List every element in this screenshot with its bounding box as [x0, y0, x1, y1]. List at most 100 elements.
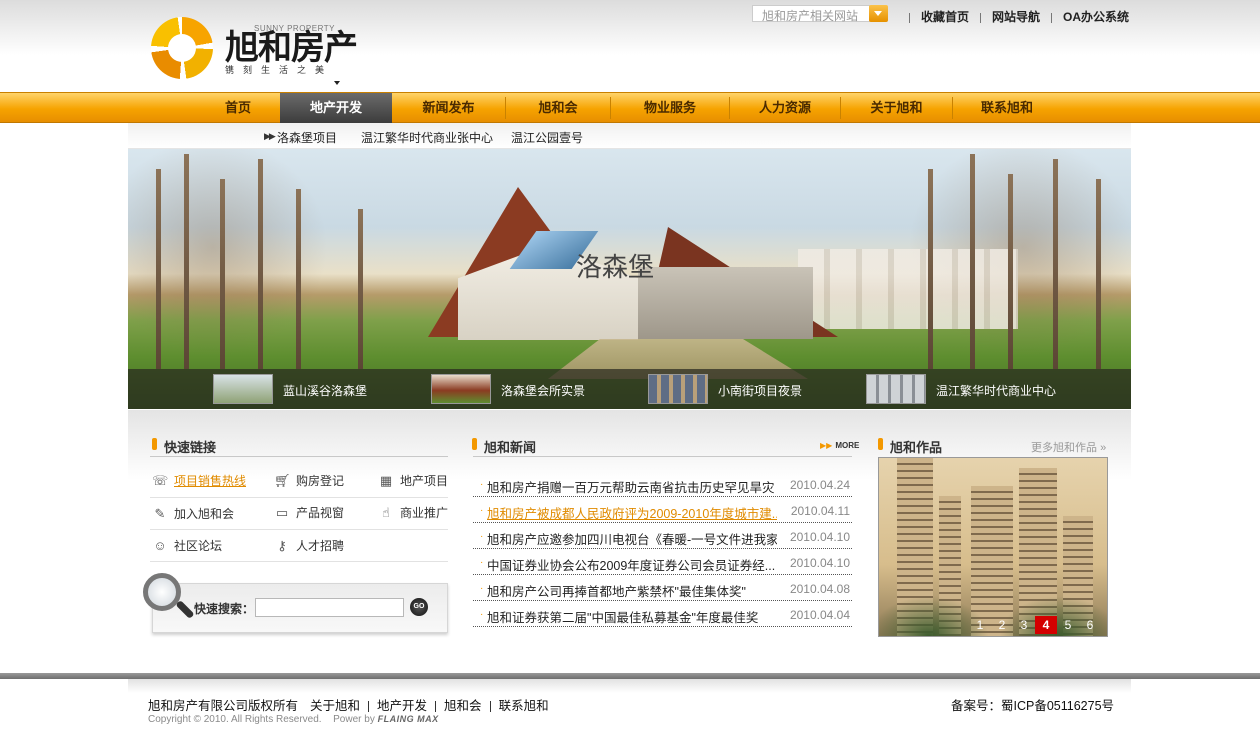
link-bookmark-home[interactable]: 收藏首页 [921, 10, 969, 24]
quick-link-label[interactable]: 项目销售热线 [174, 474, 246, 488]
logo-chinese-text[interactable]: 旭和房产 [225, 30, 358, 66]
thumbnail-label[interactable]: 小南街项目夜景 [718, 382, 802, 399]
more-label[interactable]: MORE [835, 441, 859, 450]
thumbnail-image[interactable] [648, 374, 708, 404]
news-title-text[interactable]: 旭和房产被成都人民政府评为2009-2010年度城市建... [487, 503, 777, 522]
nav-item-news[interactable]: 新闻发布 [392, 93, 505, 123]
more-label[interactable]: 更多旭和作品 [1031, 442, 1097, 454]
tree-trunk [970, 154, 975, 369]
link-site-navigation[interactable]: 网站导航 [992, 10, 1040, 24]
quick-link-product-window[interactable]: ▭ 产品视窗 [274, 504, 344, 521]
nav-item-property-service[interactable]: 物业服务 [611, 93, 729, 123]
tree-trunk [1053, 159, 1058, 369]
pager-page-5[interactable]: 5 [1057, 616, 1079, 634]
footer-band [128, 679, 1131, 693]
quick-link-label[interactable]: 社区论坛 [174, 539, 222, 553]
divider [489, 701, 491, 713]
quick-link-projects[interactable]: ▦ 地产项目 [378, 472, 448, 489]
pager-page-3[interactable]: 3 [1013, 616, 1035, 634]
quick-link-sales-hotline[interactable]: ☏ 项目销售热线 [152, 472, 246, 489]
quick-search-input[interactable] [255, 598, 404, 617]
quick-link-purchase-register[interactable]: 🛒︎ 购房登记 [274, 472, 344, 489]
nav-item-home[interactable]: 首页 [196, 93, 280, 123]
quick-link-label[interactable]: 加入旭和会 [174, 507, 234, 521]
quick-link-label[interactable]: 地产项目 [400, 474, 448, 488]
quick-search-label: 快速搜索： [194, 602, 255, 616]
thumbnail-label[interactable]: 洛森堡会所实景 [501, 382, 585, 399]
thumbnail-label[interactable]: 蓝山溪谷洛森堡 [283, 382, 367, 399]
nav-item-contact[interactable]: 联系旭和 [953, 93, 1061, 123]
divider [368, 701, 370, 713]
go-button[interactable]: GO [410, 598, 428, 616]
related-sites-select[interactable]: 旭和房产相关网站 [752, 5, 870, 23]
news-item[interactable]: · 旭和房产公司再捧首都地产紫禁杯"最佳集体奖" 2010.04.08 [473, 575, 852, 601]
news-more-link[interactable]: ▶▶ MORE [820, 441, 859, 450]
thumbnail-image[interactable] [866, 374, 926, 404]
quick-link-join-club[interactable]: ✎ 加入旭和会 [152, 505, 234, 522]
news-date: 2010.04.10 [789, 530, 850, 544]
power-brand-logo[interactable]: FLAING MAX [378, 714, 439, 724]
works-more-link[interactable]: 更多旭和作品 » [1031, 439, 1106, 455]
nav-item-development[interactable]: 地产开发 [280, 93, 392, 123]
bullet-dot: · [480, 609, 484, 620]
pager-page-6[interactable]: 6 [1079, 616, 1101, 634]
footer-link-about[interactable]: 关于旭和 [310, 699, 360, 713]
thumbnail-label[interactable]: 温江繁华时代商业中心 [936, 382, 1056, 399]
logo-slogan: 镌刻生活之美 [225, 65, 334, 75]
news-title-text[interactable]: 旭和房产公司再捧首都地产紫禁杯"最佳集体奖" [487, 581, 777, 600]
chat-icon: ▭ [275, 505, 289, 520]
pager-page-2[interactable]: 2 [991, 616, 1013, 634]
quick-link-label[interactable]: 购房登记 [296, 474, 344, 488]
tree-trunk [1096, 179, 1101, 369]
double-arrow-icon: ▶▶ [820, 441, 833, 450]
tree-trunk [928, 169, 933, 369]
news-title-text[interactable]: 旭和房产捐赠一百万元帮助云南省抗击历史罕见旱灾 [487, 477, 777, 496]
icp-record[interactable]: 备案号：蜀ICP备05116275号 [951, 695, 1114, 714]
logo-ring-icon[interactable] [151, 17, 213, 79]
nav-item-club[interactable]: 旭和会 [506, 93, 610, 123]
footer-link-club[interactable]: 旭和会 [444, 699, 482, 713]
double-chevron-icon: » [1100, 442, 1107, 454]
quick-link-forum[interactable]: ☺ 社区论坛 [152, 537, 222, 554]
news-item[interactable]: · 旭和证券获第二届"中国最佳私募基金"年度最佳奖 2010.04.04 [473, 601, 852, 627]
quick-link-recruitment[interactable]: ⚷ 人才招聘 [274, 537, 344, 554]
news-title-text[interactable]: 旭和证券获第二届"中国最佳私募基金"年度最佳奖 [487, 607, 777, 626]
link-oa-system[interactable]: OA办公系统 [1063, 10, 1129, 24]
news-title-text[interactable]: 中国证券业协会公布2009年度证券公司会员证券经... [487, 555, 777, 574]
news-date: 2010.04.10 [789, 556, 850, 570]
works-image[interactable]: 123456 [878, 457, 1108, 637]
building-icon: ▦ [379, 473, 393, 488]
news-item[interactable]: · 旭和房产被成都人民政府评为2009-2010年度城市建... 2010.04.1… [473, 497, 852, 523]
pager-page-4-active[interactable]: 4 [1035, 616, 1057, 634]
key-icon: ⚷ [277, 538, 287, 553]
hero-banner[interactable]: 洛森堡 蓝山溪谷洛森堡 洛森堡会所实景 小南街项目夜景 温江繁华时代商业中心 [128, 149, 1131, 409]
news-date: 2010.04.24 [789, 478, 850, 492]
news-item[interactable]: · 中国证券业协会公布2009年度证券公司会员证券经... 2010.04.10 [473, 549, 852, 575]
image-pager: 123456 [969, 616, 1101, 634]
hotline-icon: ☏ [152, 473, 169, 488]
subnav-item-wenjiang-park[interactable]: 温江公园壹号 [511, 129, 583, 146]
quick-link-label[interactable]: 人才招聘 [296, 539, 344, 553]
thumbnail-image[interactable] [431, 374, 491, 404]
news-item[interactable]: · 旭和房产捐赠一百万元帮助云南省抗击历史罕见旱灾 2010.04.24 [473, 471, 852, 497]
quick-link-business-promo[interactable]: ☝ 商业推广 [378, 504, 448, 521]
quick-link-label[interactable]: 产品视窗 [296, 506, 344, 520]
subnav-item-wenjiang-commercial[interactable]: 温江繁华时代商业张中心 [361, 129, 493, 146]
nav-item-hr[interactable]: 人力资源 [730, 93, 840, 123]
quick-link-label[interactable]: 商业推广 [400, 506, 448, 520]
pager-page-1[interactable]: 1 [969, 616, 991, 634]
news-title-text[interactable]: 旭和房产应邀参加四川电视台《春暖-一号文件进我家... [487, 529, 777, 548]
dropdown-arrow-icon[interactable] [869, 5, 888, 22]
footer-link-development[interactable]: 地产开发 [377, 699, 427, 713]
divider [473, 456, 852, 457]
thumbnail-image[interactable] [213, 374, 273, 404]
news-item[interactable]: · 旭和房产应邀参加四川电视台《春暖-一号文件进我家... 2010.04.10 [473, 523, 852, 549]
news-date: 2010.04.11 [790, 504, 850, 518]
footer-link-contact[interactable]: 联系旭和 [499, 699, 549, 713]
news-date: 2010.04.08 [789, 582, 850, 596]
magnifier-icon [143, 573, 181, 611]
divider [150, 456, 448, 457]
nav-item-about[interactable]: 关于旭和 [841, 93, 952, 123]
subnav-item-luosenbao[interactable]: 洛森堡项目 [277, 129, 337, 146]
divider [980, 12, 982, 23]
